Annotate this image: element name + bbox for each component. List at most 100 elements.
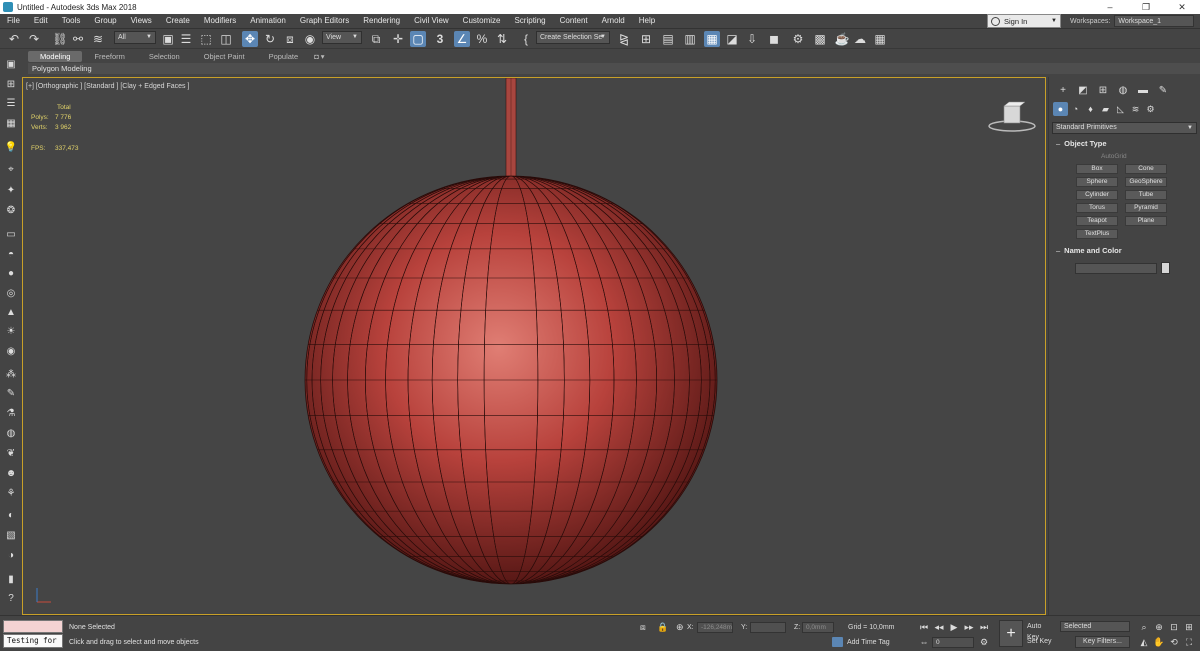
zoom-extents-all-icon[interactable]: ⊞ <box>1183 621 1195 633</box>
globe-icon[interactable]: ◍ <box>3 426 19 441</box>
geosphere-button[interactable]: GeoSphere <box>1125 177 1167 187</box>
sphere-icon[interactable]: ● <box>3 266 19 281</box>
maximize-viewport-icon[interactable]: ⛶ <box>1183 636 1195 648</box>
tab-populate[interactable]: Populate <box>257 51 311 62</box>
menu-file[interactable]: File <box>0 14 27 28</box>
menu-views[interactable]: Views <box>124 14 159 28</box>
particles-icon[interactable]: ⁂ <box>3 367 19 382</box>
pan-view-icon[interactable]: ✋ <box>1153 636 1165 648</box>
edit-named-selection-icon[interactable]: { <box>518 31 534 47</box>
render-setup-icon[interactable]: ⚙ <box>790 31 806 47</box>
render-icon[interactable]: ▧ <box>3 528 19 543</box>
geometry-icon[interactable]: ● <box>1053 102 1068 116</box>
select-object-icon[interactable]: ▣ <box>160 31 176 47</box>
lightbulb-icon[interactable]: 💡 <box>3 140 19 155</box>
reference-coordinate-dropdown[interactable]: View ▼ <box>322 31 362 44</box>
donut-icon[interactable]: ◉ <box>3 344 19 359</box>
time-configuration-icon[interactable]: ⚙ <box>978 636 990 648</box>
go-to-end-icon[interactable]: ⏭ <box>978 621 990 633</box>
list-icon[interactable]: ☰ <box>3 96 19 111</box>
grid-icon[interactable]: ▦ <box>3 116 19 131</box>
close-button[interactable]: ✕ <box>1164 0 1200 14</box>
tab-freeform[interactable]: Freeform <box>82 51 136 62</box>
workspace-dropdown[interactable]: Workspace_1 <box>1114 15 1195 27</box>
help-icon[interactable]: ? <box>3 591 19 606</box>
selection-lock-icon[interactable]: 🔒 <box>657 622 668 633</box>
ornament-mesh[interactable] <box>23 78 1046 615</box>
maximize-button[interactable]: ❐ <box>1128 0 1164 14</box>
camera-icon[interactable]: ⌖ <box>3 162 19 177</box>
menu-civil-view[interactable]: Civil View <box>407 14 456 28</box>
toggle-ribbon-icon[interactable]: ▦ <box>704 31 720 47</box>
sun-icon[interactable]: ☀ <box>3 324 19 339</box>
unlink-icon[interactable]: ⚯ <box>70 31 86 47</box>
select-scale-icon[interactable]: ⧈ <box>282 31 298 47</box>
tab-selection[interactable]: Selection <box>137 51 192 62</box>
y-coord-field[interactable] <box>750 622 786 633</box>
modify-tab-icon[interactable]: ◩ <box>1073 82 1093 98</box>
link-icon[interactable]: ⛓ <box>52 31 68 47</box>
set-keys-button[interactable]: + <box>999 620 1023 647</box>
systems-icon[interactable]: ⚙ <box>1143 102 1158 116</box>
named-selection-sets-dropdown[interactable]: Create Selection Se ▼ <box>536 31 610 44</box>
menu-rendering[interactable]: Rendering <box>356 14 407 28</box>
object-name-input[interactable] <box>1075 263 1157 274</box>
statistics-icon[interactable]: ▮ <box>3 572 19 587</box>
create-icon[interactable]: ⊞ <box>3 77 19 92</box>
a360-gallery-icon[interactable]: ▦ <box>872 31 888 47</box>
menu-edit[interactable]: Edit <box>27 14 55 28</box>
menu-modifiers[interactable]: Modifiers <box>197 14 243 28</box>
mirror-icon[interactable]: ⧎ <box>616 31 632 47</box>
character-icon[interactable]: ☻ <box>3 466 19 481</box>
display-tab-icon[interactable]: ▬ <box>1133 82 1153 98</box>
select-manipulate-icon[interactable]: ✛ <box>390 31 406 47</box>
sphere-button[interactable]: Sphere <box>1076 177 1118 187</box>
tab-object-paint[interactable]: Object Paint <box>192 51 257 62</box>
hierarchy-tab-icon[interactable]: ⊞ <box>1093 82 1113 98</box>
menu-graph-editors[interactable]: Graph Editors <box>293 14 356 28</box>
next-frame-icon[interactable]: ▸▸ <box>963 621 975 633</box>
pivot-center-icon[interactable]: ⧉ <box>368 31 384 47</box>
percent-snap-icon[interactable]: % <box>474 31 490 47</box>
window-crossing-icon[interactable]: ◫ <box>218 31 234 47</box>
torus-button[interactable]: Torus <box>1076 203 1118 213</box>
scene-explorer-icon[interactable]: ▤ <box>660 31 676 47</box>
perspective-viewport[interactable]: [+] [Orthographic ] [Standard ] [Clay + … <box>22 77 1046 615</box>
helper-icon[interactable]: ✦ <box>3 183 19 198</box>
orbit-icon[interactable]: ⟲ <box>1168 636 1180 648</box>
material-editor-icon[interactable]: ◼ <box>766 31 782 47</box>
rectangular-selection-icon[interactable]: ⬚ <box>198 31 214 47</box>
torus-icon[interactable]: ◎ <box>3 286 19 301</box>
pyramid-button[interactable]: Pyramid <box>1125 203 1167 213</box>
add-time-tag[interactable]: Add Time Tag <box>832 637 890 647</box>
menu-arnold[interactable]: Arnold <box>595 14 632 28</box>
hemisphere-icon[interactable]: ◓ <box>3 247 19 262</box>
current-frame-field[interactable]: 0 <box>932 637 974 648</box>
maxscript-listener-output[interactable] <box>3 620 63 633</box>
plane-button[interactable]: Plane <box>1125 216 1167 226</box>
angle-snap-icon[interactable]: ∠ <box>454 31 470 47</box>
zoom-extents-icon[interactable]: ⊡ <box>1168 621 1180 633</box>
modifier-icon[interactable]: ⚗ <box>3 406 19 421</box>
create-tab-icon[interactable]: + <box>1053 82 1073 98</box>
tube-button[interactable]: Tube <box>1125 190 1167 200</box>
textplus-button[interactable]: TextPlus <box>1076 229 1118 239</box>
render-production-icon[interactable]: ☕ <box>834 31 850 47</box>
cone-icon[interactable]: ▲ <box>3 305 19 320</box>
select-by-name-icon[interactable]: ☰ <box>178 31 194 47</box>
key-mode-dropdown[interactable]: Selected <box>1060 621 1130 632</box>
select-move-icon[interactable]: ✥ <box>242 31 258 47</box>
x-coord-field[interactable]: -126,248m <box>697 622 733 633</box>
curve-editor-icon[interactable]: ◪ <box>724 31 740 47</box>
helpers-icon[interactable]: ◺ <box>1113 102 1128 116</box>
menu-group[interactable]: Group <box>87 14 123 28</box>
spinner-snap-icon[interactable]: ⇅ <box>494 31 510 47</box>
space-warp-icon[interactable]: ❂ <box>3 203 19 218</box>
scene-explorer-icon[interactable]: ▣ <box>3 57 19 72</box>
select-rotate-icon[interactable]: ↻ <box>262 31 278 47</box>
space-warps-icon[interactable]: ≋ <box>1128 102 1143 116</box>
menu-animation[interactable]: Animation <box>243 14 293 28</box>
selection-filter-dropdown[interactable]: All ▼ <box>114 31 156 44</box>
previous-frame-icon[interactable]: ◂◂ <box>933 621 945 633</box>
set-key-button[interactable]: Set Key <box>1027 636 1055 647</box>
